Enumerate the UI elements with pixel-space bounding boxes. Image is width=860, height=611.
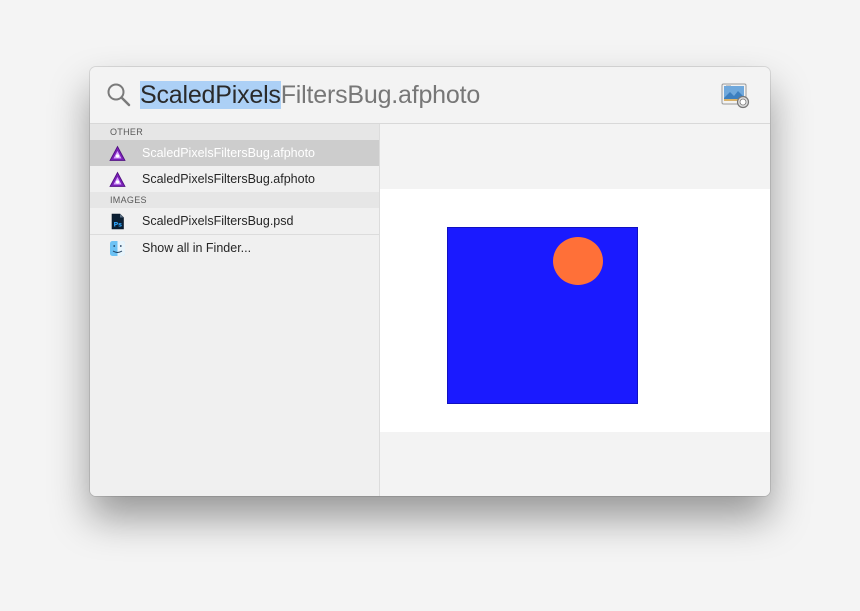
preview-app-icon (721, 83, 750, 109)
show-all-in-finder-label: Show all in Finder... (142, 241, 252, 255)
preview-pane (380, 124, 770, 496)
preview-blue-square (447, 227, 638, 404)
affinity-photo-icon (109, 145, 126, 161)
result-item-label: ScaledPixelsFiltersBug.afphoto (142, 172, 316, 186)
affinity-photo-icon (109, 171, 126, 187)
section-header-images: IMAGES (90, 192, 379, 208)
search-input[interactable]: ScaledPixelsFiltersBug.afphoto (140, 79, 480, 111)
preview-image (380, 189, 770, 432)
result-item-afphoto-2[interactable]: ScaledPixelsFiltersBug.afphoto (90, 166, 379, 192)
svg-text:Ps: Ps (114, 221, 123, 229)
spotlight-window: ScaledPixelsFiltersBug.afphoto OTHER Sca… (90, 67, 770, 496)
section-header-other: OTHER (90, 124, 379, 140)
search-bar[interactable]: ScaledPixelsFiltersBug.afphoto (90, 67, 770, 124)
search-query-rest-text: FiltersBug.afphoto (280, 81, 481, 109)
search-icon (107, 83, 131, 107)
finder-icon (110, 241, 125, 256)
photoshop-file-icon: Ps (111, 213, 124, 230)
result-item-label: ScaledPixelsFiltersBug.afphoto (142, 146, 316, 160)
search-query-selected-text: ScaledPixels (140, 81, 281, 109)
show-all-in-finder[interactable]: Show all in Finder... (90, 235, 379, 261)
preview-orange-circle (553, 237, 603, 285)
result-item-label: ScaledPixelsFiltersBug.psd (142, 214, 294, 228)
results-sidebar: OTHER ScaledPixelsFiltersBug.afphoto Sca… (90, 124, 380, 496)
result-item-psd[interactable]: Ps ScaledPixelsFiltersBug.psd (90, 208, 379, 234)
result-item-afphoto-1[interactable]: ScaledPixelsFiltersBug.afphoto (90, 140, 379, 166)
